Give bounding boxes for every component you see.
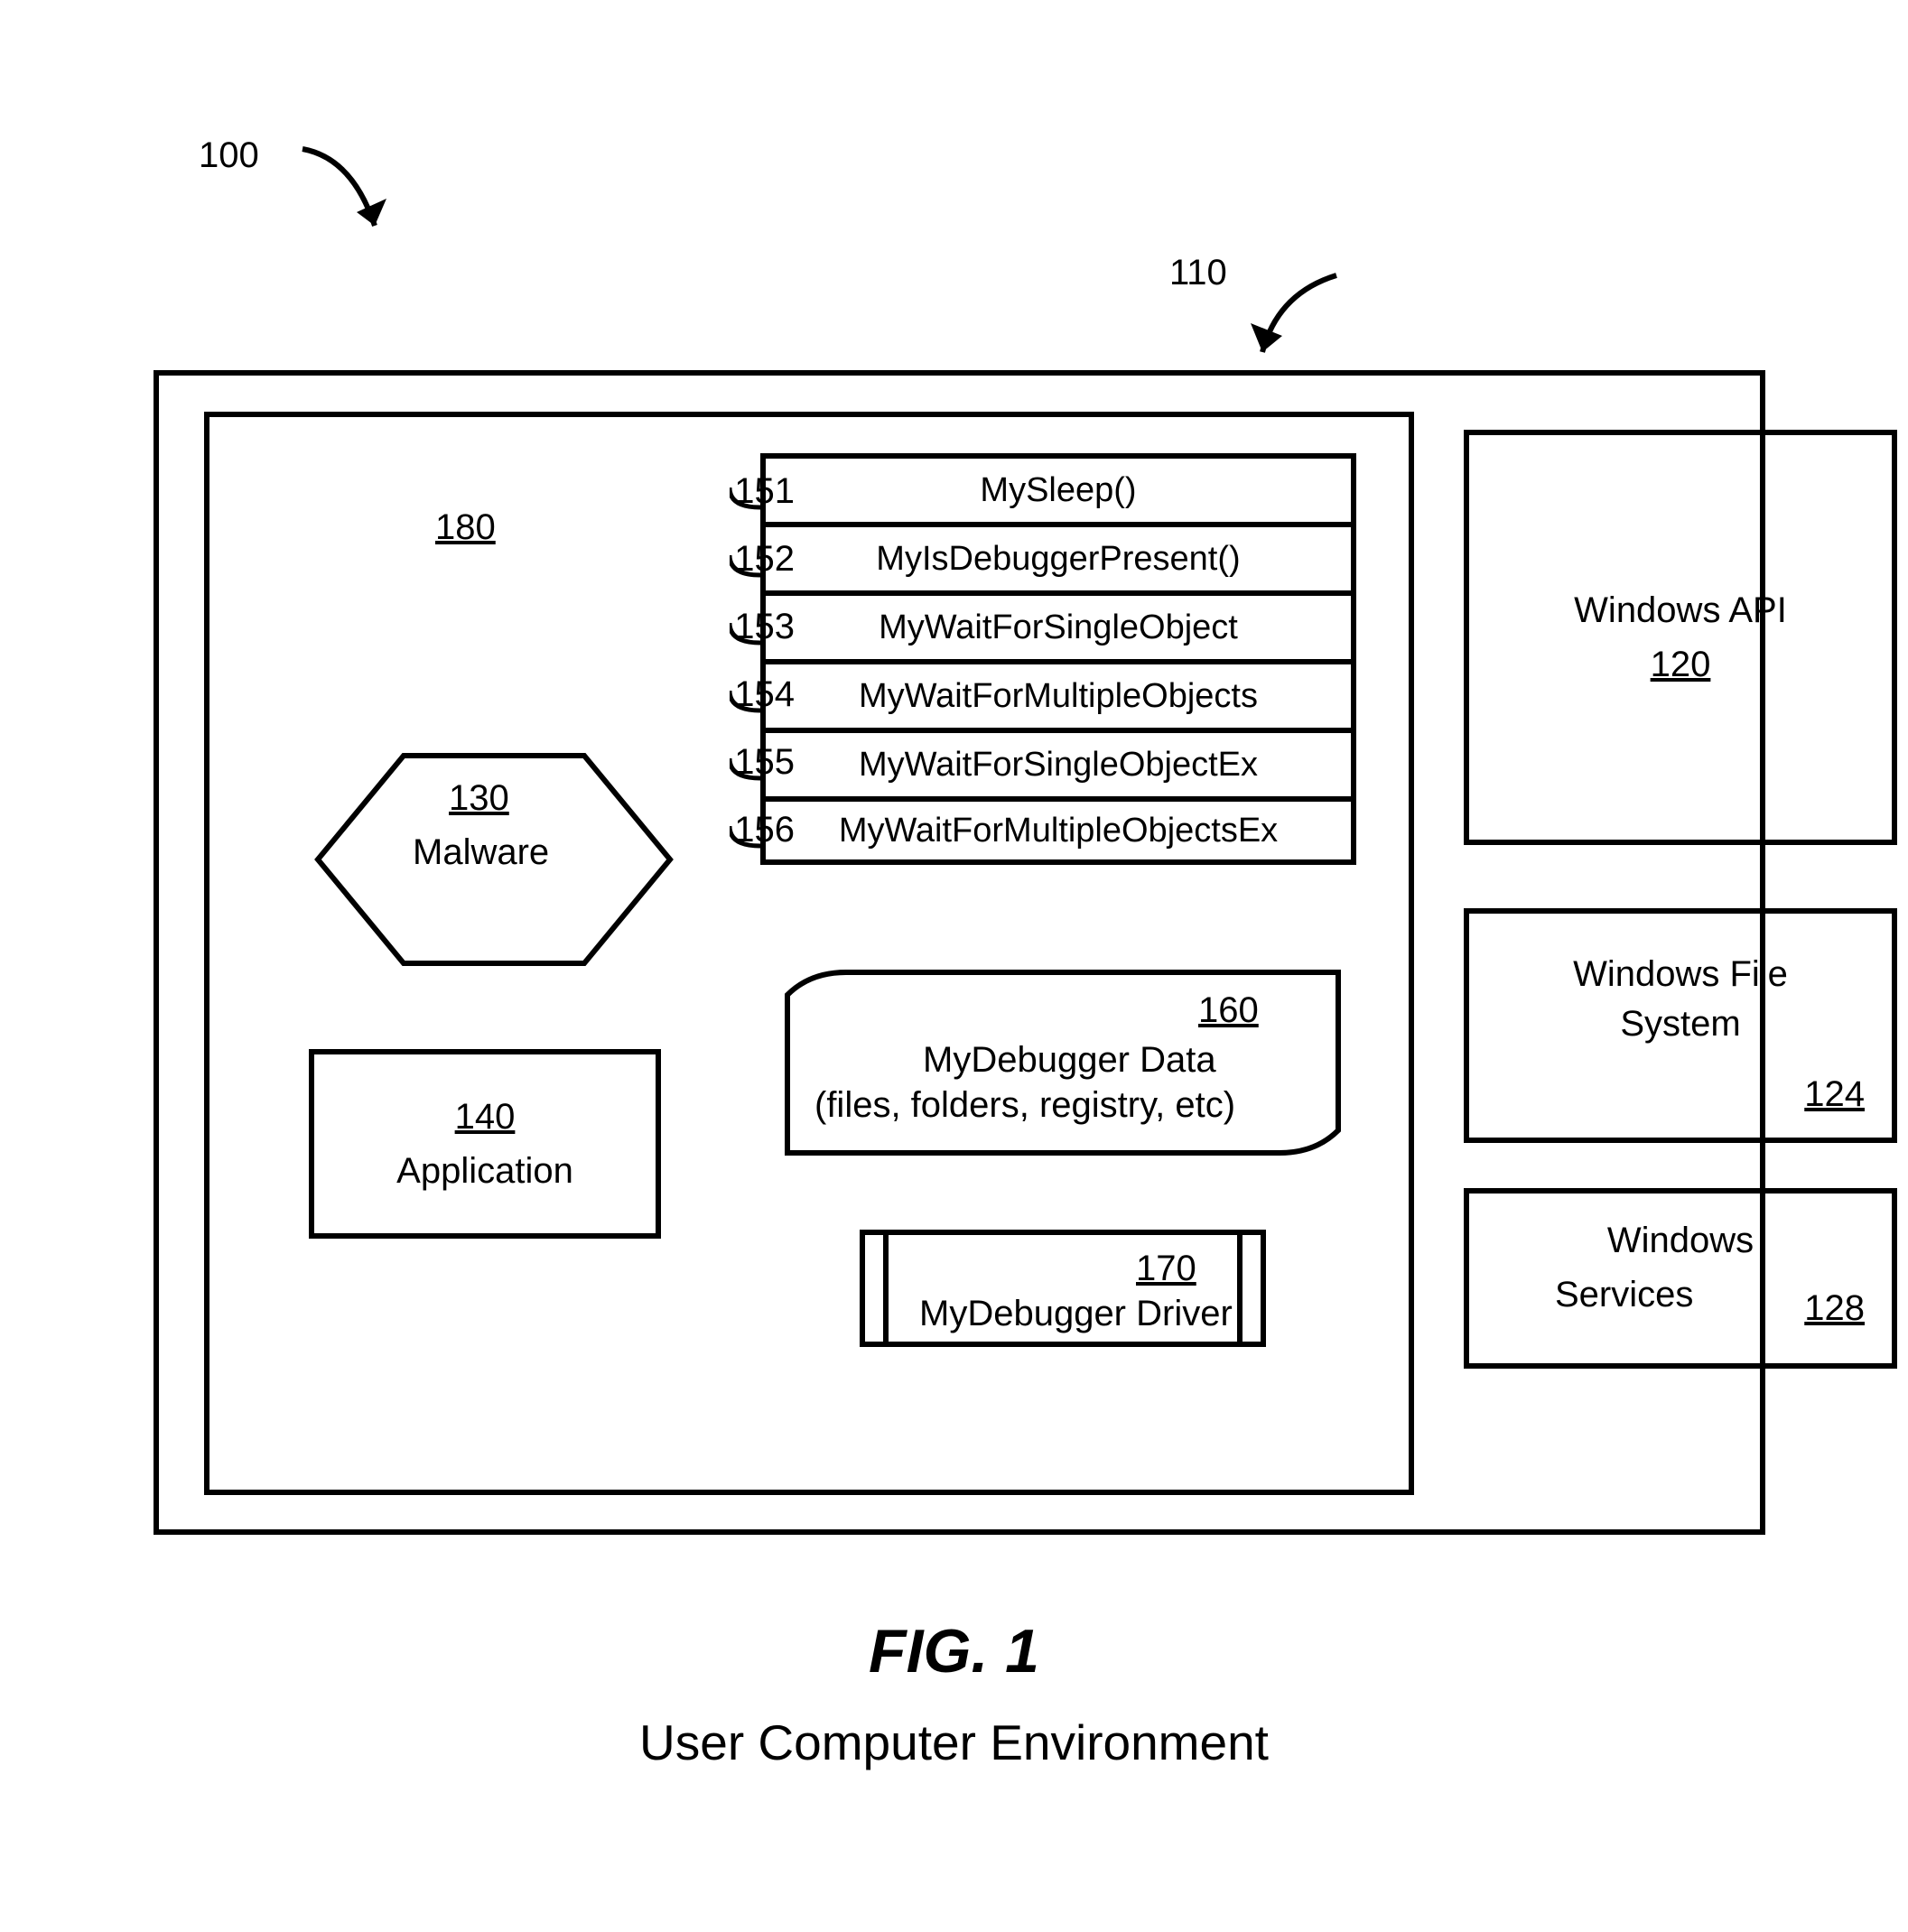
- func-mysleep: MySleep(): [760, 453, 1356, 522]
- ref-120: 120: [1651, 645, 1711, 685]
- figure-caption: FIG. 1 User Computer Environment: [0, 1616, 1908, 1771]
- ref-180: 180: [435, 507, 496, 548]
- windows-fs-line1: Windows File: [1469, 954, 1892, 995]
- inner-container-180: 180 MySleep() MyIsDebuggerPresent() MyWa…: [204, 412, 1414, 1495]
- windows-services-line1: Windows: [1469, 1221, 1892, 1261]
- figure-subtitle: User Computer Environment: [0, 1714, 1908, 1771]
- windows-services-box: Windows Services 128: [1464, 1188, 1897, 1369]
- ref-140: 140: [455, 1097, 516, 1138]
- mydebugger-data-line1: MyDebugger Data: [923, 1040, 1216, 1081]
- leader-151: [730, 488, 762, 515]
- ref-128: 128: [1804, 1288, 1865, 1329]
- windows-services-line2: Services: [1555, 1275, 1693, 1315]
- ref-124: 124: [1804, 1074, 1865, 1115]
- leader-152: [730, 555, 762, 582]
- mydebugger-data-line2: (files, folders, registry, etc): [814, 1085, 1235, 1126]
- driver-right-bar: [1237, 1235, 1243, 1342]
- windows-api-label: Windows API: [1574, 590, 1787, 631]
- ref-160: 160: [1198, 990, 1259, 1031]
- func-mywaitforsingleobjectex: MyWaitForSingleObjectEx: [760, 728, 1356, 796]
- driver-left-bar: [883, 1235, 889, 1342]
- figure-title: FIG. 1: [0, 1616, 1908, 1686]
- application-label: Application: [396, 1151, 573, 1192]
- malware-label: Malware: [413, 832, 549, 873]
- mydebugger-driver-box: 170 MyDebugger Driver: [860, 1230, 1266, 1347]
- application-box: 140 Application: [309, 1049, 661, 1239]
- outer-container-110: 180 MySleep() MyIsDebuggerPresent() MyWa…: [154, 370, 1765, 1535]
- func-myisdebuggerpresent: MyIsDebuggerPresent(): [760, 522, 1356, 590]
- windows-fs-line2: System: [1469, 1004, 1892, 1045]
- func-mywaitformultipleobjectsex: MyWaitForMultipleObjectsEx: [760, 796, 1356, 865]
- ref-100: 100: [199, 135, 259, 176]
- ref-130: 130: [449, 778, 509, 819]
- leader-154: [730, 691, 762, 718]
- leader-153: [730, 623, 762, 650]
- arrow-100-curve: [298, 144, 397, 262]
- func-mywaitformultipleobjects: MyWaitForMultipleObjects: [760, 659, 1356, 728]
- ref-170: 170: [1136, 1249, 1196, 1289]
- leader-156: [730, 826, 762, 853]
- ref-110: 110: [1169, 253, 1227, 293]
- arrow-110-curve: [1246, 271, 1364, 379]
- function-list: MySleep() MyIsDebuggerPresent() MyWaitFo…: [760, 453, 1356, 865]
- windows-file-system-box: Windows File System 124: [1464, 908, 1897, 1143]
- mydebugger-driver-label: MyDebugger Driver: [919, 1294, 1233, 1334]
- windows-api-box: Windows API 120: [1464, 430, 1897, 845]
- leader-155: [730, 758, 762, 785]
- func-mywaitforsingleobject: MyWaitForSingleObject: [760, 590, 1356, 659]
